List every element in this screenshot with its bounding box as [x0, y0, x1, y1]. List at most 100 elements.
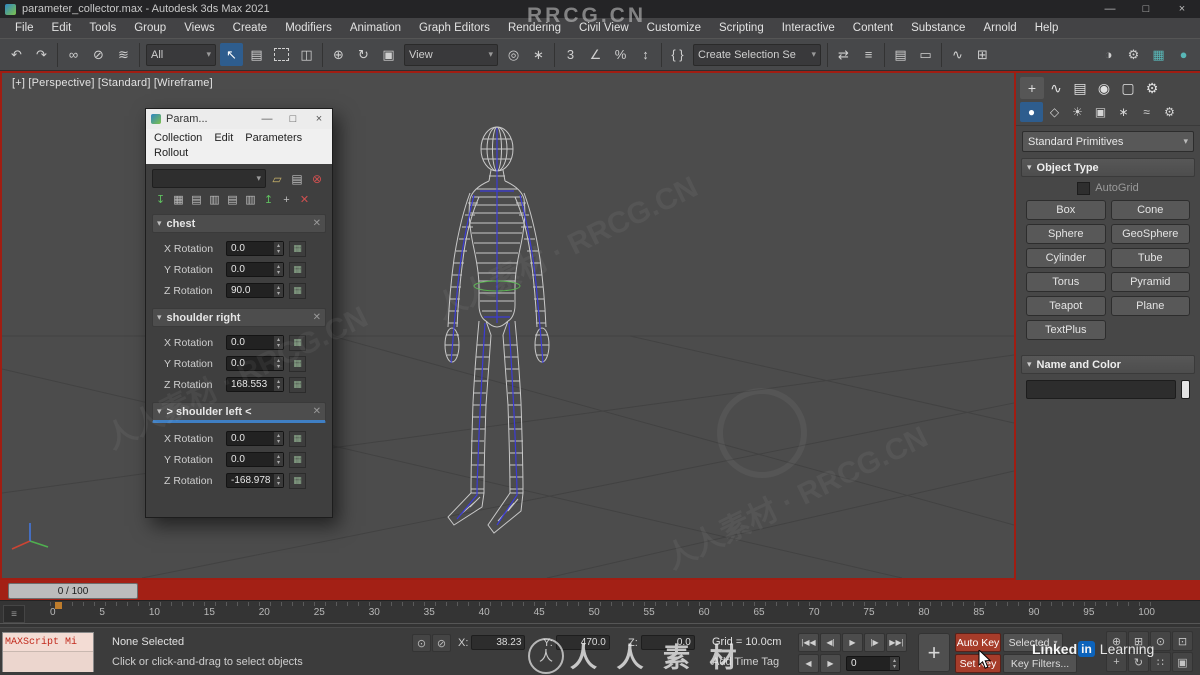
pc-menu-parameters[interactable]: Parameters — [245, 131, 308, 146]
key-step-forward-button[interactable]: ▶ — [820, 654, 841, 673]
delete-rollout-icon[interactable]: ▥ — [206, 192, 223, 207]
set-keys-button[interactable]: + — [918, 633, 950, 672]
spinner-arrows[interactable]: ▴ ▾ — [274, 432, 283, 445]
category-systems-icon[interactable]: ⚙ — [1158, 102, 1181, 122]
percent-snap-icon[interactable]: % — [609, 43, 632, 66]
minimize-button[interactable]: — — [1092, 0, 1128, 18]
time-slider-track[interactable]: 0 / 100 — [0, 580, 1200, 600]
named-selection-set-dropdown[interactable]: Create Selection Se ▾ — [693, 43, 821, 66]
param-value-field[interactable]: 0.0 ▴ ▾ — [226, 452, 284, 467]
move-up-icon[interactable]: ▤ — [224, 192, 241, 207]
category-helpers-icon[interactable]: ∗ — [1112, 102, 1135, 122]
param-key-icon[interactable]: ▦ — [289, 430, 306, 447]
menu-help[interactable]: Help — [1026, 18, 1068, 38]
pc-close-button[interactable]: × — [306, 113, 332, 125]
duplicate-collection-icon[interactable]: ▤ — [288, 171, 306, 187]
close-button[interactable]: × — [1164, 0, 1200, 18]
spinner-arrows[interactable]: ▴ ▾ — [274, 242, 283, 255]
menu-substance[interactable]: Substance — [902, 18, 974, 38]
cylinder-button[interactable]: Cylinder — [1026, 248, 1106, 268]
parameter-collector-window[interactable]: Param... — □ × Collection Edit Parameter… — [145, 108, 333, 518]
select-object-icon[interactable]: ↖ — [220, 43, 243, 66]
tab-create[interactable]: + — [1020, 77, 1044, 99]
remove-parameter-icon[interactable]: ✕ — [296, 192, 313, 207]
spin-down-icon[interactable]: ▾ — [890, 664, 899, 670]
rollout-remove-icon[interactable]: ✕ — [313, 406, 321, 417]
reference-coordinate-dropdown[interactable]: View ▾ — [404, 43, 498, 66]
menu-graph-editors[interactable]: Graph Editors — [410, 18, 499, 38]
rollout-remove-icon[interactable]: ✕ — [313, 218, 321, 229]
window-crossing-icon[interactable]: ◫ — [295, 43, 318, 66]
rotate-icon[interactable]: ↻ — [352, 43, 375, 66]
category-cameras-icon[interactable]: ▣ — [1089, 102, 1112, 122]
add-to-selected-rollout-icon[interactable]: ▦ — [170, 192, 187, 207]
collection-dropdown[interactable]: ▾ — [152, 169, 266, 188]
pc-menu-rollout[interactable]: Rollout — [154, 146, 194, 161]
pc-minimize-button[interactable]: — — [254, 113, 280, 125]
play-button[interactable]: ▶ — [842, 633, 863, 652]
key-all-icon[interactable]: ↥ — [260, 192, 277, 207]
named-selection-sets-icon[interactable]: { } — [666, 43, 689, 66]
move-icon[interactable]: ⊕ — [327, 43, 350, 66]
pc-maximize-button[interactable]: □ — [280, 113, 306, 125]
menu-edit[interactable]: Edit — [43, 18, 81, 38]
tube-button[interactable]: Tube — [1110, 248, 1190, 268]
schematic-view-icon[interactable]: ⊞ — [971, 43, 994, 66]
layer-manager-icon[interactable]: ▤ — [889, 43, 912, 66]
spin-down-icon[interactable]: ▾ — [274, 439, 283, 445]
param-value-field[interactable]: 0.0 ▴ ▾ — [226, 262, 284, 277]
rollout-header-chest[interactable]: ▾ chest ✕ — [152, 214, 326, 233]
object-name-input[interactable] — [1026, 380, 1176, 399]
select-by-name-icon[interactable]: ▤ — [245, 43, 268, 66]
render-production-icon[interactable]: ● — [1172, 43, 1195, 66]
spinner-arrows[interactable]: ▴ ▾ — [274, 263, 283, 276]
go-to-end-button[interactable]: ▶▶| — [886, 633, 907, 652]
spinner-arrows[interactable]: ▴ ▾ — [274, 474, 283, 487]
spin-down-icon[interactable]: ▾ — [274, 460, 283, 466]
category-lights-icon[interactable]: ☀ — [1066, 102, 1089, 122]
tab-motion[interactable]: ◉ — [1092, 77, 1116, 99]
previous-frame-button[interactable]: ◀| — [820, 633, 841, 652]
new-collection-icon[interactable]: ▱ — [268, 171, 286, 187]
trackbar-options-icon[interactable]: ≡ — [3, 605, 25, 623]
curve-editor-icon[interactable]: ∿ — [946, 43, 969, 66]
spin-down-icon[interactable]: ▾ — [274, 270, 283, 276]
spin-down-icon[interactable]: ▾ — [274, 481, 283, 487]
unlink-icon[interactable]: ⊘ — [87, 43, 110, 66]
tab-display[interactable]: ▢ — [1116, 77, 1140, 99]
tab-modify[interactable]: ∿ — [1044, 77, 1068, 99]
scale-icon[interactable]: ▣ — [377, 43, 400, 66]
ribbon-toggle-icon[interactable]: ▭ — [914, 43, 937, 66]
sphere-button[interactable]: Sphere — [1026, 224, 1106, 244]
time-slider-handle[interactable]: 0 / 100 — [8, 583, 138, 599]
spin-down-icon[interactable]: ▾ — [274, 291, 283, 297]
maxscript-input[interactable] — [3, 652, 93, 672]
menu-interactive[interactable]: Interactive — [773, 18, 844, 38]
selection-region-icon[interactable] — [270, 43, 293, 66]
menu-content[interactable]: Content — [844, 18, 902, 38]
selection-filter-dropdown[interactable]: All ▾ — [146, 43, 216, 66]
zoom-region-icon[interactable]: ⊡ — [1172, 631, 1193, 651]
select-manipulate-icon[interactable]: ∗ — [527, 43, 550, 66]
isolate-selection-icon[interactable]: ⊙ — [412, 634, 431, 652]
pc-menu-collection[interactable]: Collection — [154, 131, 208, 146]
move-down-icon[interactable]: ▥ — [242, 192, 259, 207]
key-step-back-button[interactable]: ◀ — [798, 654, 819, 673]
object-color-swatch[interactable] — [1181, 380, 1190, 399]
spin-down-icon[interactable]: ▾ — [274, 385, 283, 391]
subcategory-dropdown[interactable]: Standard Primitives ▾ — [1022, 131, 1194, 152]
spinner-snap-icon[interactable]: ↕ — [634, 43, 657, 66]
box-button[interactable]: Box — [1026, 200, 1106, 220]
autogrid-checkbox[interactable] — [1077, 181, 1091, 195]
torus-button[interactable]: Torus — [1026, 272, 1106, 292]
undo-icon[interactable]: ↶ — [5, 43, 28, 66]
maximize-viewport-icon[interactable]: ▣ — [1172, 652, 1193, 672]
param-key-icon[interactable]: ▦ — [289, 282, 306, 299]
pivot-center-icon[interactable]: ◎ — [502, 43, 525, 66]
teapot-button[interactable]: Teapot — [1026, 296, 1106, 316]
param-value-field[interactable]: 0.0 ▴ ▾ — [226, 431, 284, 446]
track-bar[interactable]: ≡ 0 5 10 15 20 25 30 35 40 45 50 55 60 6… — [0, 600, 1200, 628]
menu-views[interactable]: Views — [175, 18, 223, 38]
tab-utilities[interactable]: ⚙ — [1140, 77, 1164, 99]
tab-hierarchy[interactable]: ▤ — [1068, 77, 1092, 99]
